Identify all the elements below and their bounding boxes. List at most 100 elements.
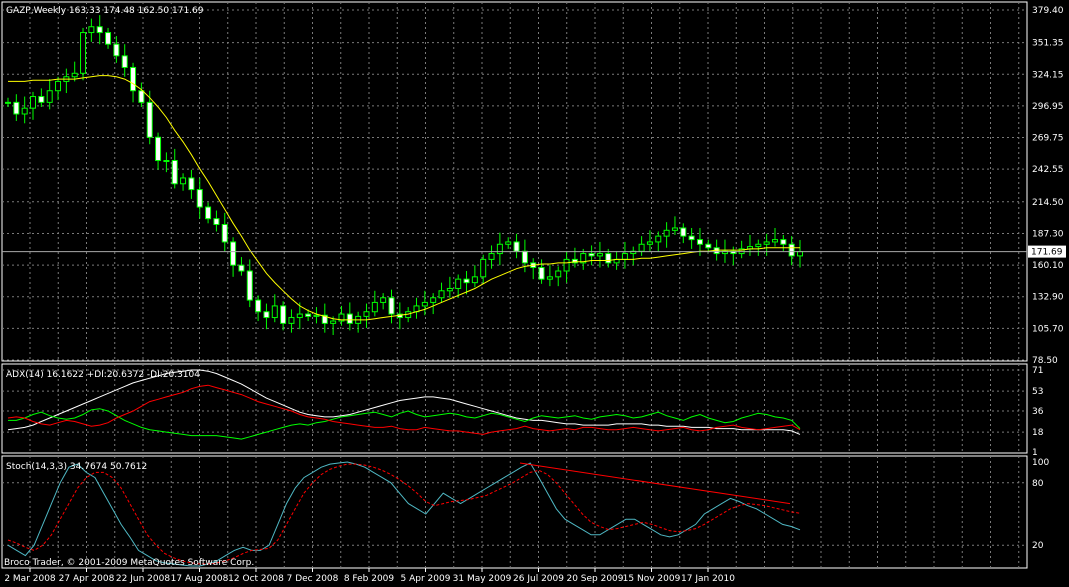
- stoch-header: Stoch(14,3,3) 34.7674 50.7612: [6, 462, 147, 472]
- candle-body: [488, 253, 495, 260]
- adx-y-tick-label: 36: [1032, 407, 1044, 417]
- candle-body: [496, 243, 503, 255]
- chart-window: 171.69 2 Mar 2008 27 Apr 2008 22 Jun 2008 1…: [1, 1, 1066, 584]
- candle-body: [438, 290, 445, 299]
- candle-body: [13, 101, 20, 115]
- candle-body: [380, 297, 387, 303]
- stoch-panel: [1, 455, 1028, 569]
- candle-body: [196, 189, 203, 208]
- x-tick-label: 31 May 2009: [453, 574, 512, 584]
- candle-body: [305, 313, 312, 317]
- candle-body: [455, 278, 462, 289]
- candle-body: [238, 264, 245, 272]
- candle-body: [480, 258, 487, 278]
- candle-body: [705, 243, 712, 249]
- candle-body: [546, 276, 553, 280]
- candle-body: [521, 250, 528, 264]
- y-tick-label: 160.10: [1032, 261, 1064, 271]
- candle-body: [171, 160, 178, 185]
- candle-body: [230, 241, 237, 266]
- last-price-label: 171.69: [1031, 248, 1063, 258]
- adx-y-tick-label: 1: [1032, 448, 1038, 458]
- candle-body: [646, 241, 653, 245]
- candle-body: [696, 239, 703, 245]
- candle-body: [538, 267, 545, 280]
- x-tick-label: 5 Apr 2009: [401, 574, 451, 584]
- candle-body: [313, 314, 320, 317]
- candle-body: [271, 305, 278, 319]
- candle-body: [505, 241, 512, 245]
- candle-body: [46, 90, 53, 103]
- candle-body: [288, 317, 295, 324]
- candle-body: [255, 299, 262, 313]
- x-tick-label: 26 Jul 2009: [513, 574, 564, 584]
- y-tick-label: 269.75: [1032, 134, 1064, 144]
- y-tick-label: 105.70: [1032, 324, 1064, 334]
- x-tick-label: 2 Mar 2008: [4, 574, 56, 584]
- candle-body: [655, 235, 662, 243]
- candle-body: [755, 243, 762, 248]
- stoch-y-tick-label: 80: [1032, 479, 1044, 489]
- candle-body: [221, 223, 228, 243]
- candle-body: [330, 320, 337, 324]
- candle-body: [346, 313, 353, 324]
- candle-body: [663, 229, 670, 237]
- candle-body: [280, 305, 287, 324]
- candle-body: [638, 243, 645, 252]
- candle-body: [563, 258, 570, 272]
- candle-body: [446, 287, 453, 292]
- candle-body: [96, 26, 103, 34]
- candle-body: [263, 311, 270, 319]
- price-header: GAZP,Weekly 163.33 174.48 162.50 171.69: [6, 6, 204, 16]
- y-tick-label: 78.50: [1032, 356, 1058, 366]
- candle-body: [588, 253, 595, 257]
- candle-body: [138, 90, 145, 103]
- adx-header: ADX(14) 16.1622 +DI:20.6372 -DI:20.3104: [6, 370, 200, 380]
- candle-body: [463, 278, 470, 284]
- price-panel: [1, 1, 1028, 362]
- candle-body: [621, 253, 628, 260]
- candle-body: [788, 243, 795, 257]
- candle-body: [113, 43, 120, 57]
- candle-body: [363, 311, 370, 317]
- x-tick-label: 22 Jun 2008: [116, 574, 170, 584]
- candle-body: [213, 218, 220, 225]
- x-tick-label: 20 Sep 2009: [566, 574, 623, 584]
- candle-body: [771, 239, 778, 243]
- candle-body: [246, 270, 253, 301]
- candle-body: [146, 101, 153, 138]
- candle-body: [555, 270, 562, 278]
- candle-body: [688, 235, 695, 241]
- candle-body: [471, 276, 478, 284]
- x-tick-label: 7 Dec 2008: [287, 574, 339, 584]
- y-tick-label: 379.40: [1032, 6, 1064, 16]
- y-tick-label: 324.15: [1032, 70, 1064, 80]
- candle-body: [188, 177, 195, 191]
- y-tick-label: 296.95: [1032, 102, 1064, 112]
- candle-body: [763, 241, 770, 245]
- candle-body: [5, 101, 11, 104]
- y-tick-label: 187.30: [1032, 229, 1064, 239]
- copyright-footer: Broco Trader, © 2001-2009 MetaQuotes Sof…: [4, 558, 254, 568]
- candle-body: [680, 227, 687, 237]
- x-tick-label: 27 Apr 2008: [59, 574, 115, 584]
- x-tick-label: 8 Feb 2009: [344, 574, 395, 584]
- candle-body: [388, 297, 395, 315]
- candle-body: [38, 96, 45, 103]
- y-tick-label: 214.50: [1032, 198, 1064, 208]
- candle-body: [421, 301, 428, 307]
- candle-body: [296, 313, 303, 319]
- candle-body: [596, 253, 603, 257]
- candle-body: [80, 32, 87, 74]
- y-tick-label: 351.35: [1032, 39, 1064, 49]
- x-tick-label: 17 Jan 2010: [681, 574, 735, 584]
- candle-body: [55, 80, 62, 92]
- x-tick-label: 12 Oct 2008: [228, 574, 284, 584]
- candle-body: [130, 66, 137, 92]
- adx-y-tick-label: 18: [1032, 428, 1044, 438]
- stoch-y-tick-label: 20: [1032, 541, 1044, 551]
- candle-body: [121, 55, 128, 68]
- candle-body: [797, 251, 803, 257]
- candle-body: [205, 206, 212, 220]
- candle-body: [30, 96, 37, 109]
